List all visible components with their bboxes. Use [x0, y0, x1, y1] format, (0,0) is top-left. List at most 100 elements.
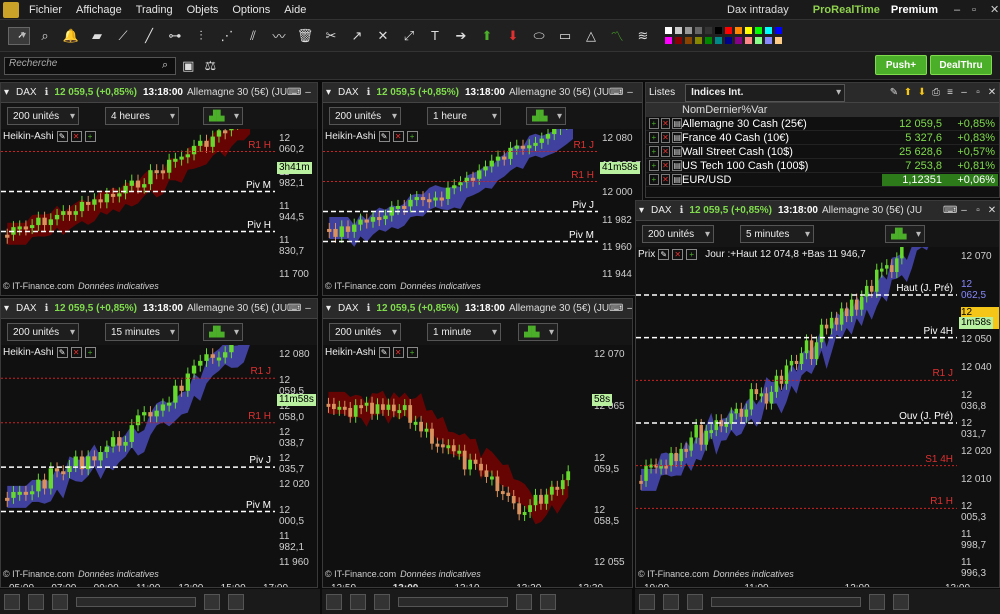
candle[interactable] — [135, 415, 141, 426]
units-select[interactable]: 200 unités — [329, 107, 401, 125]
list-item[interactable]: + ✕ ▤ Allemagne 30 Cash (25€) 12 059,5 +0,85% — [646, 117, 999, 131]
candle[interactable] — [517, 503, 522, 515]
rectangle-icon[interactable]: ▭ — [554, 25, 576, 47]
candle[interactable] — [386, 404, 391, 410]
candle[interactable] — [849, 299, 854, 317]
candle[interactable] — [173, 385, 178, 403]
candle[interactable] — [880, 268, 884, 272]
zoom-in-icon[interactable] — [893, 593, 909, 610]
candle[interactable] — [479, 463, 483, 471]
candle[interactable] — [759, 393, 764, 397]
candle[interactable] — [834, 317, 839, 325]
tools-icon[interactable]: ✂ — [320, 25, 342, 47]
timeframe-select[interactable]: 1 minute — [427, 323, 501, 341]
candle[interactable] — [92, 199, 97, 205]
search-input[interactable]: Recherche — [4, 56, 176, 75]
window-maximize-icon[interactable]: ▫ — [637, 87, 642, 98]
candle[interactable] — [528, 505, 532, 512]
candle[interactable] — [439, 197, 444, 201]
candle[interactable] — [204, 140, 209, 147]
timeframe-select[interactable]: 1 heure — [427, 107, 501, 125]
share-icon[interactable] — [326, 593, 342, 610]
zoom-in-icon[interactable] — [540, 593, 556, 610]
candle[interactable] — [539, 138, 544, 143]
candle[interactable] — [484, 470, 489, 477]
menu-trading[interactable]: Trading — [129, 4, 180, 16]
menu-icon[interactable]: ≡ — [943, 87, 957, 98]
color-swatch[interactable] — [684, 26, 693, 35]
candle[interactable] — [223, 352, 228, 358]
candle[interactable] — [508, 147, 513, 159]
candle-plot[interactable] — [636, 247, 957, 567]
candle[interactable] — [900, 247, 904, 259]
candle[interactable] — [533, 142, 538, 146]
candle[interactable] — [413, 421, 418, 425]
candle[interactable] — [229, 129, 234, 131]
timeframe-select[interactable]: 4 heures — [105, 107, 179, 125]
candle[interactable] — [98, 452, 103, 461]
candle[interactable] — [502, 156, 507, 160]
color-swatch[interactable] — [724, 36, 733, 45]
bell-icon[interactable]: 🔔 — [60, 25, 82, 47]
candle[interactable] — [679, 448, 683, 462]
color-swatch[interactable] — [714, 36, 723, 45]
window-maximize-icon[interactable]: ▫ — [971, 87, 985, 98]
arrow-right-icon[interactable]: ➔ — [450, 25, 472, 47]
candle[interactable] — [117, 193, 122, 197]
window-minimize-icon[interactable]: – — [623, 303, 632, 314]
candle[interactable] — [370, 217, 376, 222]
color-swatch[interactable] — [704, 36, 713, 45]
candle[interactable] — [11, 492, 16, 498]
candle[interactable] — [424, 428, 429, 432]
candle[interactable] — [142, 412, 147, 416]
keyboard-icon[interactable]: ⌨ — [609, 87, 623, 98]
channel-icon[interactable]: ⋰ — [216, 25, 238, 47]
candle[interactable] — [462, 450, 467, 470]
chart-small-icon[interactable]: ▤ — [672, 132, 683, 143]
candle[interactable] — [639, 480, 643, 484]
candle[interactable] — [470, 177, 476, 181]
candle[interactable] — [185, 373, 190, 391]
list-item[interactable]: + ✕ ▤ EUR/USD 1,12351 +0,06% — [646, 173, 999, 187]
candle[interactable] — [375, 404, 380, 414]
candle[interactable] — [110, 437, 116, 447]
candle[interactable] — [17, 226, 22, 230]
chart-type-icon[interactable]: ▟▙ — [526, 107, 566, 125]
candle[interactable] — [414, 197, 419, 201]
trash-icon[interactable]: 🗑 — [294, 25, 316, 47]
dropdown-arrow-icon[interactable]: ▾ — [326, 87, 331, 98]
candle[interactable] — [874, 269, 879, 292]
arrow-down-red-icon[interactable]: ⬇ — [502, 25, 524, 47]
units-select[interactable]: 200 unités — [642, 225, 714, 243]
candle[interactable] — [54, 468, 60, 472]
chart-small-icon[interactable]: ▤ — [672, 118, 683, 129]
candle[interactable] — [754, 389, 759, 395]
candle[interactable] — [160, 170, 166, 174]
candle[interactable] — [395, 205, 401, 209]
candle[interactable] — [814, 342, 819, 360]
color-swatch[interactable] — [774, 26, 783, 35]
candle[interactable] — [544, 494, 549, 504]
zoom-icon[interactable]: ⌕ — [34, 25, 56, 47]
up-arrow-icon[interactable]: ⬆ — [901, 87, 915, 98]
zoom-out-icon[interactable] — [204, 593, 220, 610]
arrow-diag-icon[interactable]: ↗ — [346, 25, 368, 47]
candle[interactable] — [204, 354, 209, 361]
candle[interactable] — [468, 459, 473, 470]
candle-plot[interactable] — [323, 129, 598, 279]
candle[interactable] — [804, 340, 809, 354]
candle[interactable] — [724, 423, 729, 427]
candle[interactable] — [135, 180, 141, 188]
candle[interactable] — [490, 476, 494, 480]
candle[interactable] — [433, 197, 438, 201]
candle[interactable] — [42, 217, 47, 226]
candle[interactable] — [36, 479, 41, 492]
candle[interactable] — [774, 375, 779, 392]
zoom-in-icon[interactable] — [228, 593, 244, 610]
info-icon[interactable]: ℹ — [367, 87, 371, 98]
candle[interactable] — [520, 145, 526, 149]
wrench-icon[interactable]: ✎ — [887, 87, 901, 98]
settings-icon[interactable] — [374, 593, 390, 610]
candle-plot[interactable] — [1, 129, 275, 279]
candle[interactable] — [391, 404, 396, 412]
